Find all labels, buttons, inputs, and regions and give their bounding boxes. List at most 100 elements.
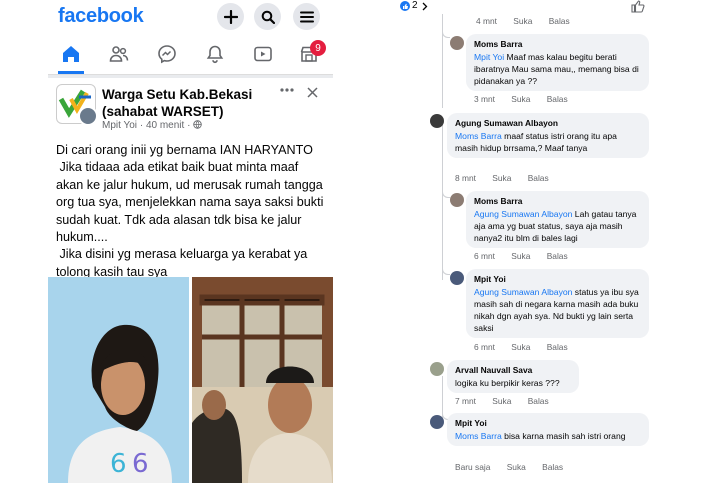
commenter-avatar[interactable] [450,271,464,285]
menu-button[interactable] [293,3,320,30]
comment-bubble: Moms Barra Mpit Yoi Maaf mas kalau begit… [466,34,649,91]
mention-link[interactable]: Mpit Yoi [474,52,504,62]
commenter-name[interactable]: Mpit Yoi [455,417,641,429]
tab-video[interactable] [252,43,274,65]
post-photo-2[interactable] [192,277,333,483]
facebook-post-screen: facebook 9 Warga Setu Kab.Bekasi (sahaba… [48,0,333,483]
screenshot-collage: facebook 9 Warga Setu Kab.Bekasi (sahaba… [0,0,720,483]
person-photo-1: 6 6 [48,277,189,483]
post-meta: Mpit Yoi · 40 menit · [102,120,202,131]
like-reaction-icon [400,1,410,11]
thread-line-2 [442,125,443,280]
comment-bubble: Moms Barra Agung Sumawan Albayon Lah gat… [466,191,649,248]
commenter-avatar[interactable] [430,362,444,376]
commenter-avatar[interactable] [450,193,464,207]
mention-link[interactable]: Moms Barra [455,431,502,441]
top-bar: facebook [48,0,333,33]
friends-icon [109,46,129,62]
comment-actions: 6 mnt Suka Balas [474,342,582,352]
reply-link[interactable]: Balas [528,173,549,183]
tab-messenger[interactable] [156,43,178,65]
video-icon [254,46,272,62]
globe-icon [193,120,202,129]
reply-link[interactable]: Balas [549,16,570,26]
comment-time: 7 mnt [455,396,476,406]
meta-separator: · [139,120,144,131]
tab-friends[interactable] [108,43,130,65]
post-author[interactable]: Mpit Yoi [102,120,137,131]
facebook-logo[interactable]: facebook [58,5,144,28]
thread-curve-3 [442,265,450,275]
thread-curve-2 [442,188,450,198]
commenter-name[interactable]: Moms Barra [474,195,641,207]
comment-time: Baru saja [455,462,491,472]
thread-curve [442,28,450,38]
commenter-avatar[interactable] [430,114,444,128]
reply-link[interactable]: Balas [547,251,568,261]
svg-text:6: 6 [110,449,127,479]
post-photo-1[interactable]: 6 6 [48,277,189,483]
mention-link[interactable]: Agung Sumawan Albayon [474,209,572,219]
commenter-avatar[interactable] [430,415,444,429]
comment-time: 4 mnt [476,16,497,26]
comment-bubble: Arvall Nauvall Sava logika ku berpikir k… [447,360,579,393]
like-link[interactable]: Suka [513,16,532,26]
reply-link[interactable]: Balas [547,342,568,352]
comment-bubble: Agung Sumawan Albayon Moms Barra maaf st… [447,113,649,158]
notification-badge: 9 [310,40,326,56]
comments-screen: 2 4 mnt Suka Balas Moms Barra Mpit Yoi M… [393,0,658,483]
commenter-name[interactable]: Arvall Nauvall Sava [455,364,571,376]
reply-link[interactable]: Balas [528,396,549,406]
comment-actions: 3 mnt Suka Balas [474,94,582,104]
commenter-name[interactable]: Agung Sumawan Albayon [455,117,641,129]
mention-link[interactable]: Moms Barra [455,131,502,141]
comment-time: 6 mnt [474,342,495,352]
comment-actions: 8 mnt Suka Balas [455,173,563,183]
like-link[interactable]: Suka [492,396,511,406]
person-photo-2 [192,277,333,483]
create-button[interactable] [217,3,244,30]
group-name[interactable]: Warga Setu Kab.Bekasi (sahabat WARSET) [102,86,277,120]
comment-text: bisa karna masih sah istri orang [501,431,626,441]
active-tab-indicator [58,71,84,74]
reply-link[interactable]: Balas [542,462,563,472]
comments-header: 2 [393,0,658,14]
commenter-name[interactable]: Moms Barra [474,38,641,50]
tab-home[interactable] [60,43,82,65]
author-avatar[interactable] [78,106,98,126]
tab-bar: 9 [48,33,333,75]
home-icon [63,46,79,62]
like-link[interactable]: Suka [511,94,530,104]
tab-notifications[interactable] [204,43,226,65]
close-icon[interactable] [307,87,318,98]
comment-bubble: Mpit Yoi Moms Barra bisa karna masih sah… [447,413,649,446]
like-link[interactable]: Suka [507,462,526,472]
mention-link[interactable]: Agung Sumawan Albayon [474,287,572,297]
chevron-right-icon[interactable] [422,2,428,11]
comment-text: logika ku berpikir keras ??? [455,378,560,388]
hamburger-icon [299,11,314,22]
plus-icon [223,9,238,24]
thumbs-up-icon[interactable] [631,0,645,13]
post-text: Di cari orang inii yg bernama IAN HARYAN… [56,143,324,279]
reaction-count[interactable]: 2 [412,0,418,11]
comment-time: 8 mnt [455,173,476,183]
comment-actions: 6 mnt Suka Balas [474,251,582,261]
first-comment-actions: 4 mnt Suka Balas [476,16,584,26]
like-link[interactable]: Suka [492,173,511,183]
messenger-icon [158,45,176,64]
like-link[interactable]: Suka [511,342,530,352]
post-time[interactable]: 40 menit [146,120,184,131]
commenter-avatar[interactable] [450,36,464,50]
meta-separator-2: · [187,120,191,131]
comment-time: 3 mnt [474,94,495,104]
comment-time: 6 mnt [474,251,495,261]
svg-text:6: 6 [132,449,149,479]
post-card: Warga Setu Kab.Bekasi (sahabat WARSET) M… [48,78,333,483]
reply-link[interactable]: Balas [547,94,568,104]
commenter-name[interactable]: Mpit Yoi [474,273,641,285]
search-button[interactable] [254,3,281,30]
comment-actions: 7 mnt Suka Balas [455,396,563,406]
more-icon[interactable] [280,88,294,92]
like-link[interactable]: Suka [511,251,530,261]
